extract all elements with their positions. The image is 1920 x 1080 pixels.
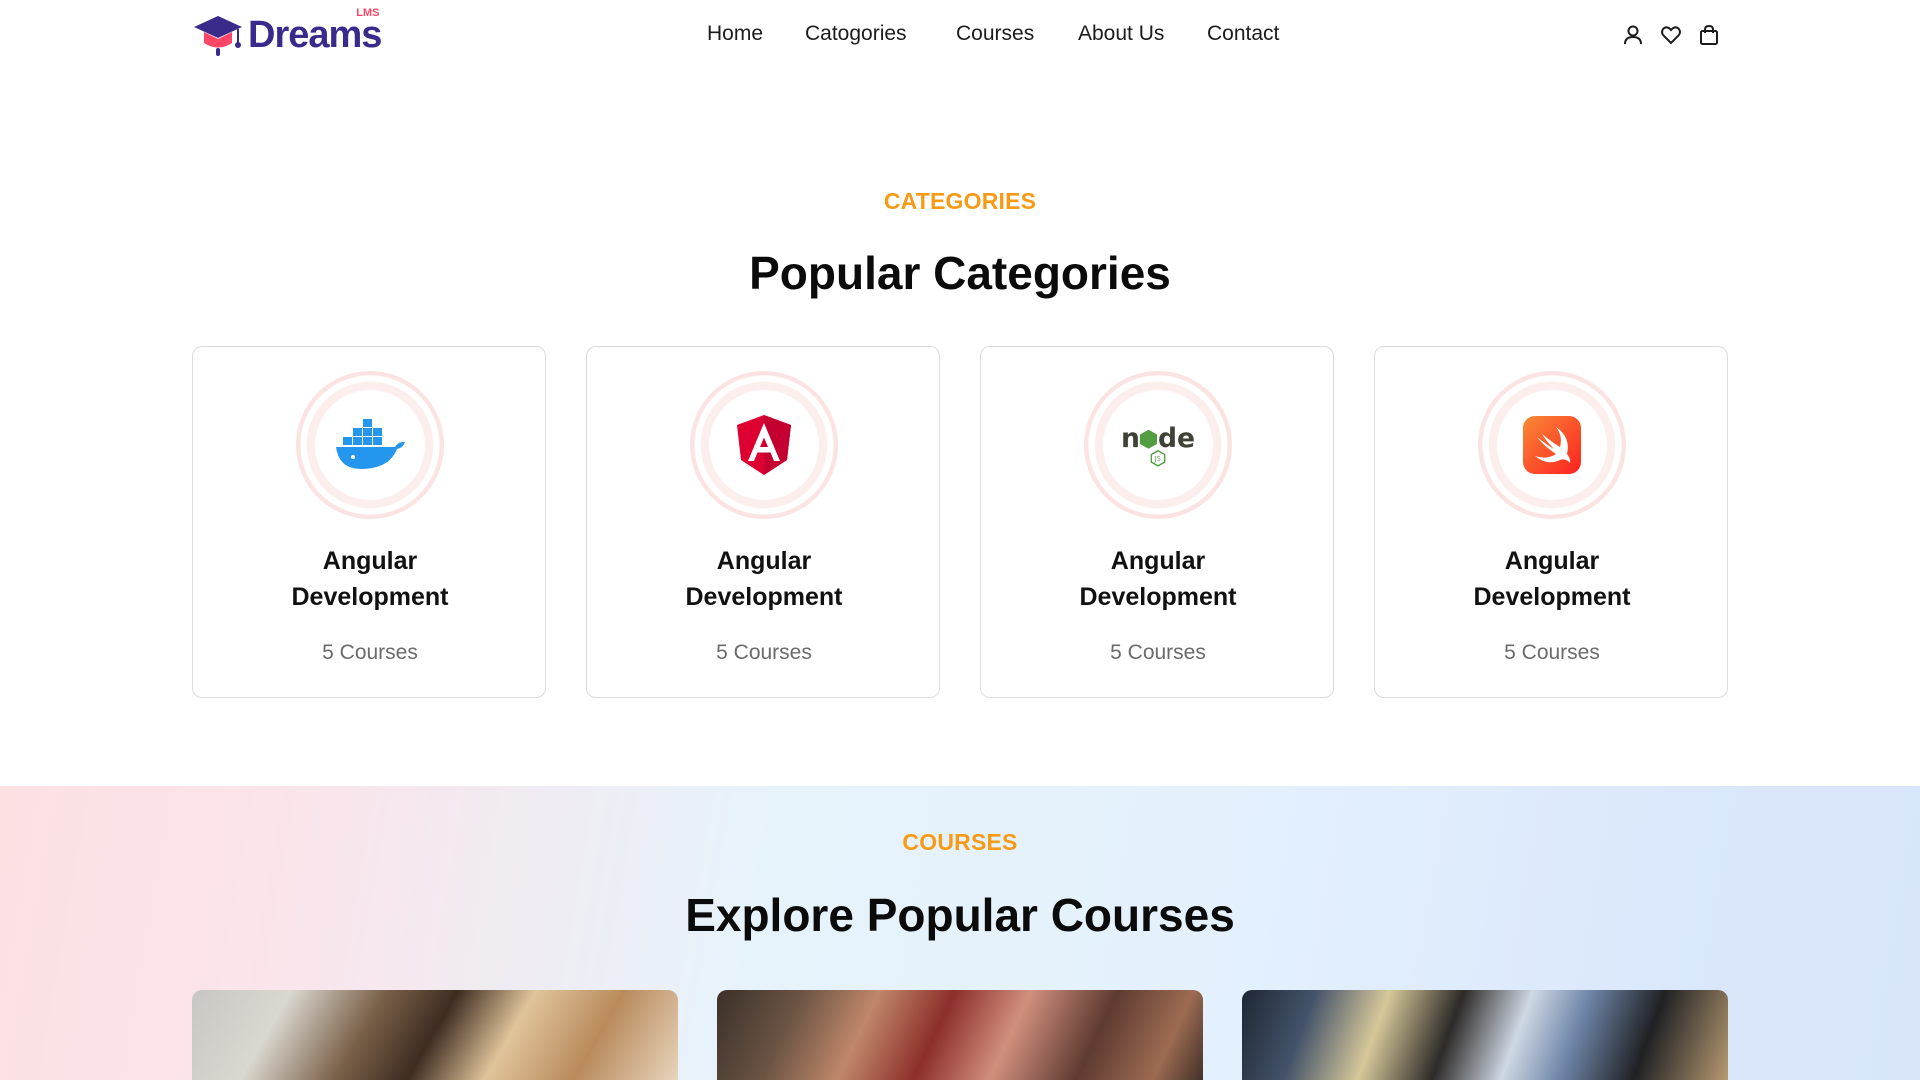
courses-title: Explore Popular Courses — [685, 889, 1235, 941]
category-card[interactable]: Angular Development 5 Courses — [1374, 346, 1728, 698]
nav-about-us[interactable]: About Us — [1078, 22, 1164, 46]
docker-icon — [336, 419, 405, 469]
shopping-bag-icon[interactable] — [1696, 22, 1722, 48]
category-card[interactable]: Angular Development 5 Courses — [192, 346, 546, 698]
category-course-count: 5 Courses — [322, 641, 418, 664]
nav-contact[interactable]: Contact — [1207, 22, 1279, 46]
category-title-line2: Development — [1473, 583, 1631, 611]
category-title-line1: Angular — [716, 547, 812, 575]
course-card-image[interactable] — [717, 990, 1203, 1080]
angular-icon — [737, 415, 791, 475]
categories-eyebrow: CATEGORIES — [883, 188, 1037, 214]
categories-title: Popular Categories — [749, 247, 1171, 299]
header-actions — [1620, 22, 1734, 48]
nav-categories[interactable]: Catogories — [805, 22, 907, 46]
category-card[interactable]: n de JS Angular Development 5 Courses — [980, 346, 1334, 698]
category-title-line1: Angular — [1504, 547, 1600, 575]
nav-courses[interactable]: Courses — [956, 22, 1034, 46]
category-title: Angular Development — [981, 543, 1335, 615]
course-card-image[interactable] — [1242, 990, 1728, 1080]
category-title: Angular Development — [1375, 543, 1729, 615]
course-card-image[interactable] — [192, 990, 678, 1080]
category-cards: Angular Development 5 Courses Angular De… — [192, 346, 1728, 698]
category-title-line2: Development — [685, 583, 843, 611]
category-title-line1: Angular — [1110, 547, 1206, 575]
category-title: Angular Development — [587, 543, 941, 615]
category-icon-ring — [296, 371, 444, 519]
heart-icon[interactable] — [1658, 22, 1684, 48]
svg-text:JS: JS — [1154, 455, 1161, 463]
category-course-count: 5 Courses — [1504, 641, 1600, 664]
nav-home[interactable]: Home — [707, 22, 763, 46]
category-title: Angular Development — [193, 543, 547, 615]
category-icon-ring — [690, 371, 838, 519]
courses-eyebrow: COURSES — [902, 829, 1018, 855]
swift-icon — [1523, 416, 1581, 474]
category-icon-ring — [1478, 371, 1626, 519]
category-title-line2: Development — [1079, 583, 1237, 611]
category-icon-ring: n de JS — [1084, 371, 1232, 519]
category-title-line1: Angular — [322, 547, 418, 575]
user-icon[interactable] — [1620, 22, 1646, 48]
category-title-line2: Development — [291, 583, 449, 611]
site-header: Dreams LMS Home Catogories Courses About… — [0, 0, 1920, 70]
category-course-count: 5 Courses — [1110, 641, 1206, 664]
category-card[interactable]: Angular Development 5 Courses — [586, 346, 940, 698]
svg-text:de: de — [1158, 423, 1195, 454]
svg-text:n: n — [1121, 423, 1140, 454]
category-course-count: 5 Courses — [716, 641, 812, 664]
node-icon: n de JS — [1121, 423, 1195, 467]
